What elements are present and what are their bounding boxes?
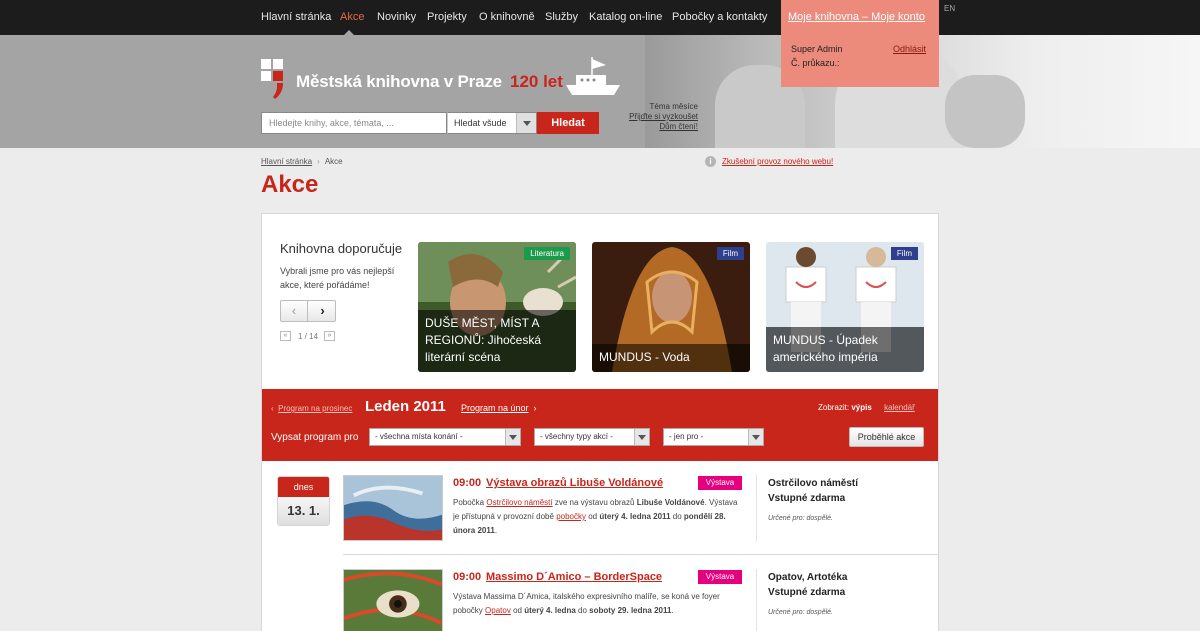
search-scope-value: Hledat všude <box>454 118 507 128</box>
event-audience: Určené pro: dospělé. <box>768 609 833 616</box>
event-thumbnail[interactable] <box>343 569 443 631</box>
user-name: Super Admin <box>791 44 843 54</box>
recommend-card[interactable]: Literatura DUŠE MĚST, MÍST A REGIONŮ: Ji… <box>418 242 576 372</box>
logout-link[interactable]: Odhlásit <box>893 44 926 54</box>
chevron-down-icon <box>516 113 536 133</box>
info-icon: i <box>705 156 716 167</box>
event-time: 09:00 <box>453 477 482 489</box>
nav-projects[interactable]: Projekty <box>427 11 467 23</box>
event-price: Vstupné zdarma <box>768 587 846 598</box>
recommend-description: Vybrali jsme pro vás nejlepší akce, kter… <box>280 266 395 290</box>
breadcrumb-home[interactable]: Hlavní stránka <box>261 157 312 166</box>
today-label: dnes <box>278 477 329 497</box>
view-list-option[interactable]: výpis <box>851 403 871 412</box>
carousel-page-info: 1 / 14 <box>298 332 319 341</box>
event-type-badge: Výstava <box>698 476 742 490</box>
audience-filter-value: - jen pro - <box>669 432 704 441</box>
view-calendar-option[interactable]: kalendář <box>884 403 915 412</box>
category-badge: Film <box>890 247 918 260</box>
event-venue: Opatov, Artotéka <box>768 572 848 583</box>
nav-catalog[interactable]: Katalog on-line <box>589 11 662 23</box>
carousel-prev-button[interactable]: ‹ <box>281 301 308 321</box>
type-filter-select[interactable]: - všechny typy akcí - <box>534 428 650 446</box>
event-thumbnail[interactable] <box>343 475 443 541</box>
anniversary-label: 120 let <box>510 72 563 91</box>
card-number-label: Č. průkazu.: <box>791 58 840 68</box>
event-title-link[interactable]: Výstava obrazů Libuše Voldánové <box>486 477 663 489</box>
category-badge: Literatura <box>524 247 570 260</box>
event-type-badge: Výstava <box>698 570 742 584</box>
nav-services[interactable]: Služby <box>545 11 578 23</box>
search-input[interactable]: Hledejte knihy, akce, témata, ... <box>261 112 447 134</box>
user-panel: Moje knihovna – Moje konto Super Admin O… <box>781 0 939 87</box>
place-filter-select[interactable]: - všechna místa konání - <box>369 428 521 446</box>
theme-link-try[interactable]: Přijďte si vyzkoušet <box>560 112 698 122</box>
category-badge: Film <box>716 247 744 260</box>
recommend-card[interactable]: Film MUNDUS - Úpadek amerického impéria <box>766 242 924 372</box>
view-label: Zobrazit: <box>818 403 850 412</box>
chevron-down-icon <box>505 429 520 445</box>
chevron-down-icon <box>748 429 763 445</box>
branch-link[interactable]: Ostrčilovo náměstí <box>486 498 552 507</box>
recommend-card[interactable]: Film MUNDUS - Voda <box>592 242 750 372</box>
language-switch[interactable]: EN <box>944 4 955 13</box>
event-separator <box>343 554 938 555</box>
boat-icon <box>566 57 620 95</box>
breadcrumb: Hlavní stránka › Akce <box>261 157 343 166</box>
view-switch: Zobrazit: výpis kalendář <box>818 403 915 412</box>
nav-events[interactable]: Akce <box>340 11 364 23</box>
carousel-pager: ‹ › <box>280 300 336 322</box>
my-account-link[interactable]: Moje knihovna – Moje konto <box>788 11 925 23</box>
chevron-down-icon <box>634 429 649 445</box>
type-filter-value: - všechny typy akcí - <box>540 432 613 441</box>
main-content: Knihovna doporučuje Vybrali jsme pro vás… <box>261 213 939 631</box>
event-description: Pobočka Ostrčilovo náměstí zve na výstav… <box>453 498 738 535</box>
nav-about[interactable]: O knihovně <box>479 11 535 23</box>
current-month: Leden 2011 <box>365 398 446 415</box>
event-place: Opatov, Artotéka Vstupné zdarma <box>768 570 847 600</box>
program-bar: ‹ Program na prosinec Leden 2011 Program… <box>262 389 938 461</box>
top-navigation: Hlavní stránka Akce Novinky Projekty O k… <box>0 0 1200 35</box>
recommend-title: Knihovna doporučuje <box>280 241 403 256</box>
event-item: 09:00 Massimo D´Amico – BorderSpace Výst… <box>343 569 938 631</box>
theme-of-month: Téma měsíce Přijďte si vyzkoušet Dům čte… <box>560 102 698 132</box>
event-item: 09:00 Výstava obrazů Libuše Voldánové Vý… <box>343 475 938 565</box>
audience-filter-select[interactable]: - jen pro - <box>663 428 764 446</box>
theme-label: Téma měsíce <box>649 102 698 111</box>
event-place: Ostrčilovo náměstí Vstupné zdarma <box>768 476 858 506</box>
theme-link-house[interactable]: Dům čtení! <box>560 122 698 132</box>
carousel-next-button[interactable]: › <box>309 301 336 321</box>
event-time: 09:00 <box>453 571 482 583</box>
last-page-icon[interactable]: » <box>324 331 335 341</box>
today-date: 13. 1. <box>278 497 329 525</box>
event-title-link[interactable]: Massimo D´Amico – BorderSpace <box>486 571 662 583</box>
divider <box>756 475 757 541</box>
logo-title: Městská knihovna v Praze <box>296 72 502 91</box>
first-page-icon[interactable]: « <box>280 331 291 341</box>
divider <box>756 569 757 631</box>
place-filter-value: - všechna místa konání - <box>375 432 463 441</box>
branch-link[interactable]: Opatov <box>485 606 511 615</box>
event-audience: Určené pro: dospělé. <box>768 515 833 522</box>
past-events-button[interactable]: Proběhlé akce <box>849 427 924 447</box>
today-date-badge: dnes 13. 1. <box>277 476 330 526</box>
breadcrumb-current: Akce <box>324 157 343 166</box>
trial-notice-link[interactable]: Zkušební provoz nového webu! <box>722 157 833 166</box>
event-price: Vstupné zdarma <box>768 493 846 504</box>
event-venue: Ostrčilovo náměstí <box>768 478 859 489</box>
nav-branches[interactable]: Pobočky a kontakty <box>672 11 767 23</box>
card-caption[interactable]: DUŠE MĚST, MÍST A REGIONŮ: Jihočeská lit… <box>418 310 576 372</box>
prev-month-link[interactable]: ‹ Program na prosinec <box>271 404 352 413</box>
nav-news[interactable]: Novinky <box>377 11 416 23</box>
library-logo-icon[interactable] <box>261 59 291 99</box>
page-title: Akce <box>261 171 319 198</box>
event-description: Výstava Massima D´Amica, italského expre… <box>453 592 720 615</box>
card-caption[interactable]: MUNDUS - Úpadek amerického impéria <box>766 327 924 372</box>
nav-home[interactable]: Hlavní stránka <box>261 11 331 23</box>
branch-hours-link[interactable]: pobočky <box>556 512 586 521</box>
filter-label: Vypsat program pro <box>271 432 359 443</box>
next-month-link[interactable]: Program na únor › <box>461 403 537 413</box>
search-scope-select[interactable]: Hledat všude <box>447 112 537 134</box>
card-caption[interactable]: MUNDUS - Voda <box>592 344 750 372</box>
